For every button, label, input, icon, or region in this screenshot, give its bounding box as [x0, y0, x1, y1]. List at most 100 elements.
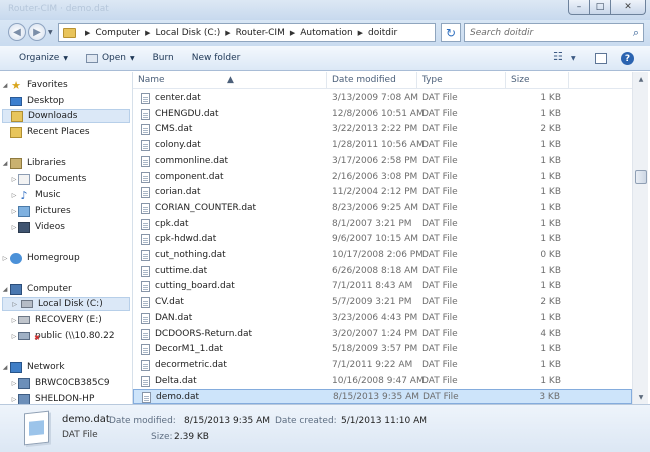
- file-row[interactable]: DAN.dat 3/23/2006 4:43 PM DAT File 1 KB: [133, 311, 632, 326]
- nav-label: Local Disk (C:): [38, 299, 103, 309]
- expand-arrow-icon[interactable]: ▷: [10, 224, 18, 231]
- breadcrumb-separator-icon[interactable]: ▶: [225, 29, 230, 37]
- file-row[interactable]: cut_nothing.dat 10/17/2008 2:06 PM DAT Fil…: [133, 248, 632, 263]
- expand-arrow-icon[interactable]: ▷: [10, 192, 18, 199]
- maximize-button[interactable]: □: [589, 0, 611, 15]
- expand-arrow-icon[interactable]: ▷: [10, 396, 18, 403]
- nav-label: Downloads: [28, 111, 78, 121]
- expand-arrow-icon[interactable]: ◢: [0, 160, 10, 167]
- refresh-button[interactable]: ↻: [441, 23, 461, 42]
- recent-pages-dropdown[interactable]: ▼: [48, 29, 53, 36]
- file-row[interactable]: Delta.dat 10/16/2008 9:47 AM DAT File 1 KB: [133, 374, 632, 389]
- nav-libraries[interactable]: ◢ Libraries: [0, 156, 66, 170]
- recent-places-icon: [10, 126, 22, 138]
- breadcrumb-separator-icon[interactable]: ▶: [145, 29, 150, 37]
- column-type[interactable]: Type: [422, 75, 443, 85]
- column-name[interactable]: Name: [138, 75, 165, 85]
- file-row[interactable]: cuttime.dat 6/26/2008 8:18 AM DAT File 1 KB: [133, 264, 632, 279]
- scroll-up-icon[interactable]: ▲: [633, 72, 649, 86]
- file-row[interactable]: CORIAN_COUNTER.dat 8/23/2006 9:25 AM DAT F…: [133, 201, 632, 216]
- nav-item-pictures[interactable]: ▷ Pictures: [10, 204, 71, 218]
- forward-button[interactable]: ▶: [28, 23, 46, 41]
- column-date-modified[interactable]: Date modified: [332, 75, 396, 85]
- nav-homegroup[interactable]: ▷ Homegroup: [0, 251, 80, 265]
- new-folder-button[interactable]: New folder: [183, 46, 250, 70]
- file-row[interactable]: corian.dat 11/2/2004 2:12 PM DAT File 1 KB: [133, 185, 632, 200]
- nav-item-videos[interactable]: ▷ Videos: [10, 220, 65, 234]
- breadcrumb-item[interactable]: Computer: [95, 28, 140, 38]
- network-drive-icon: [18, 332, 30, 340]
- expand-arrow-icon[interactable]: ▷: [10, 176, 18, 183]
- expand-arrow-icon[interactable]: ▷: [10, 333, 18, 340]
- breadcrumb-item[interactable]: Router-CIM: [236, 28, 285, 38]
- search-input[interactable]: Search doitdir ⌕: [464, 23, 644, 42]
- file-size: 1 KB: [540, 171, 561, 182]
- file-row[interactable]: DCDOORS-Return.dat 3/20/2007 1:24 PM DAT F…: [133, 327, 632, 342]
- file-row[interactable]: commonline.dat 3/17/2006 2:58 PM DAT File 1…: [133, 154, 632, 169]
- open-button[interactable]: Open ▼: [77, 46, 144, 70]
- column-divider[interactable]: [505, 72, 506, 89]
- burn-button[interactable]: Burn: [144, 46, 183, 70]
- back-button[interactable]: ◀: [8, 23, 26, 41]
- column-divider[interactable]: [416, 72, 417, 89]
- breadcrumb-item[interactable]: Local Disk (C:): [156, 28, 221, 38]
- nav-network[interactable]: ◢ Network: [0, 360, 65, 374]
- nav-item-recent-places[interactable]: Recent Places: [10, 125, 90, 139]
- file-row[interactable]: cpk.dat 8/1/2007 3:21 PM DAT File 1 KB: [133, 217, 632, 232]
- breadcrumb-separator-icon[interactable]: ▶: [358, 29, 363, 37]
- close-button[interactable]: ✕: [610, 0, 646, 15]
- nav-item-network-device[interactable]: ▷ SHELDON-HP: [10, 392, 94, 404]
- scroll-thumb[interactable]: [635, 170, 647, 184]
- nav-item-network-device[interactable]: ▷ BRWC0CB385C9: [10, 376, 110, 390]
- nav-item-downloads[interactable]: Downloads: [2, 109, 130, 123]
- file-name: CMS.dat: [155, 124, 193, 135]
- nav-item-documents[interactable]: ▷ Documents: [10, 172, 86, 186]
- minimize-button[interactable]: –: [568, 0, 590, 15]
- breadcrumb-separator-icon[interactable]: ▶: [290, 29, 295, 37]
- file-row[interactable]: DecorM1_1.dat 5/18/2009 3:57 PM DAT File 1 …: [133, 342, 632, 357]
- breadcrumb-item[interactable]: Automation: [300, 28, 352, 38]
- expand-arrow-icon[interactable]: ▷: [10, 208, 18, 215]
- column-divider[interactable]: [568, 72, 569, 89]
- preview-pane-icon[interactable]: [595, 53, 607, 64]
- file-row[interactable]: demo.dat 8/15/2013 9:35 AM DAT File 3 KB: [133, 389, 632, 404]
- address-bar[interactable]: ▶ Computer ▶ Local Disk (C:) ▶ Router-CIM ▶ Aut…: [58, 23, 436, 42]
- organize-button[interactable]: Organize ▼: [10, 46, 77, 70]
- help-icon[interactable]: ?: [621, 52, 634, 65]
- file-row[interactable]: cutting_board.dat 7/1/2011 8:43 AM DAT Fil…: [133, 279, 632, 294]
- search-icon[interactable]: ⌕: [633, 26, 639, 40]
- file-row[interactable]: cpk-hdwd.dat 9/6/2007 10:15 AM DAT File 1 K…: [133, 232, 632, 247]
- nav-item-public-share[interactable]: ▷ ✖ public (\\10.80.22: [10, 329, 115, 343]
- dat-file-icon: [141, 140, 150, 152]
- file-row[interactable]: center.dat 3/13/2009 7:08 AM DAT File 1 KB: [133, 91, 632, 106]
- column-size[interactable]: Size: [511, 75, 529, 85]
- expand-arrow-icon[interactable]: ▷: [0, 255, 10, 262]
- nav-item-music[interactable]: ▷ ♪ Music: [10, 188, 61, 202]
- expand-arrow-icon[interactable]: ◢: [0, 364, 10, 371]
- expand-arrow-icon[interactable]: ◢: [0, 82, 10, 89]
- expand-arrow-icon[interactable]: ▷: [10, 380, 18, 387]
- file-row[interactable]: CHENGDU.dat 12/8/2006 10:51 AM DAT File 1 K…: [133, 107, 632, 122]
- nav-item-local-disk[interactable]: ▷ Local Disk (C:): [2, 297, 130, 311]
- nav-item-recovery[interactable]: ▷ RECOVERY (E:): [10, 313, 102, 327]
- breadcrumb-separator-icon[interactable]: ▶: [85, 29, 90, 37]
- file-row[interactable]: component.dat 2/16/2006 3:08 PM DAT File 1 …: [133, 170, 632, 185]
- expand-arrow-icon[interactable]: ▷: [10, 317, 18, 324]
- file-row[interactable]: colony.dat 1/28/2011 10:56 AM DAT File 1 KB: [133, 138, 632, 153]
- expand-arrow-icon[interactable]: ▷: [3, 301, 21, 308]
- file-row[interactable]: decormetric.dat 7/1/2011 9:22 AM DAT File 1…: [133, 358, 632, 373]
- dat-file-icon: [142, 392, 151, 404]
- breadcrumb-item[interactable]: doitdir: [368, 28, 397, 38]
- nav-favorites[interactable]: ◢ ★ Favorites: [0, 78, 68, 92]
- scroll-down-icon[interactable]: ▼: [633, 390, 649, 404]
- nav-label: public (\\10.80.22: [35, 331, 115, 341]
- nav-item-desktop[interactable]: Desktop: [10, 94, 64, 108]
- nav-computer[interactable]: ◢ Computer: [0, 282, 72, 296]
- vertical-scrollbar[interactable]: ▲ ▼: [632, 72, 648, 404]
- column-divider[interactable]: [326, 72, 327, 89]
- file-row[interactable]: CV.dat 5/7/2009 3:21 PM DAT File 2 KB: [133, 295, 632, 310]
- file-row[interactable]: CMS.dat 3/22/2013 2:22 PM DAT File 2 KB: [133, 122, 632, 137]
- change-view-icon[interactable]: ☷: [553, 50, 563, 63]
- expand-arrow-icon[interactable]: ◢: [0, 286, 10, 293]
- view-dropdown-icon[interactable]: ▼: [571, 55, 576, 62]
